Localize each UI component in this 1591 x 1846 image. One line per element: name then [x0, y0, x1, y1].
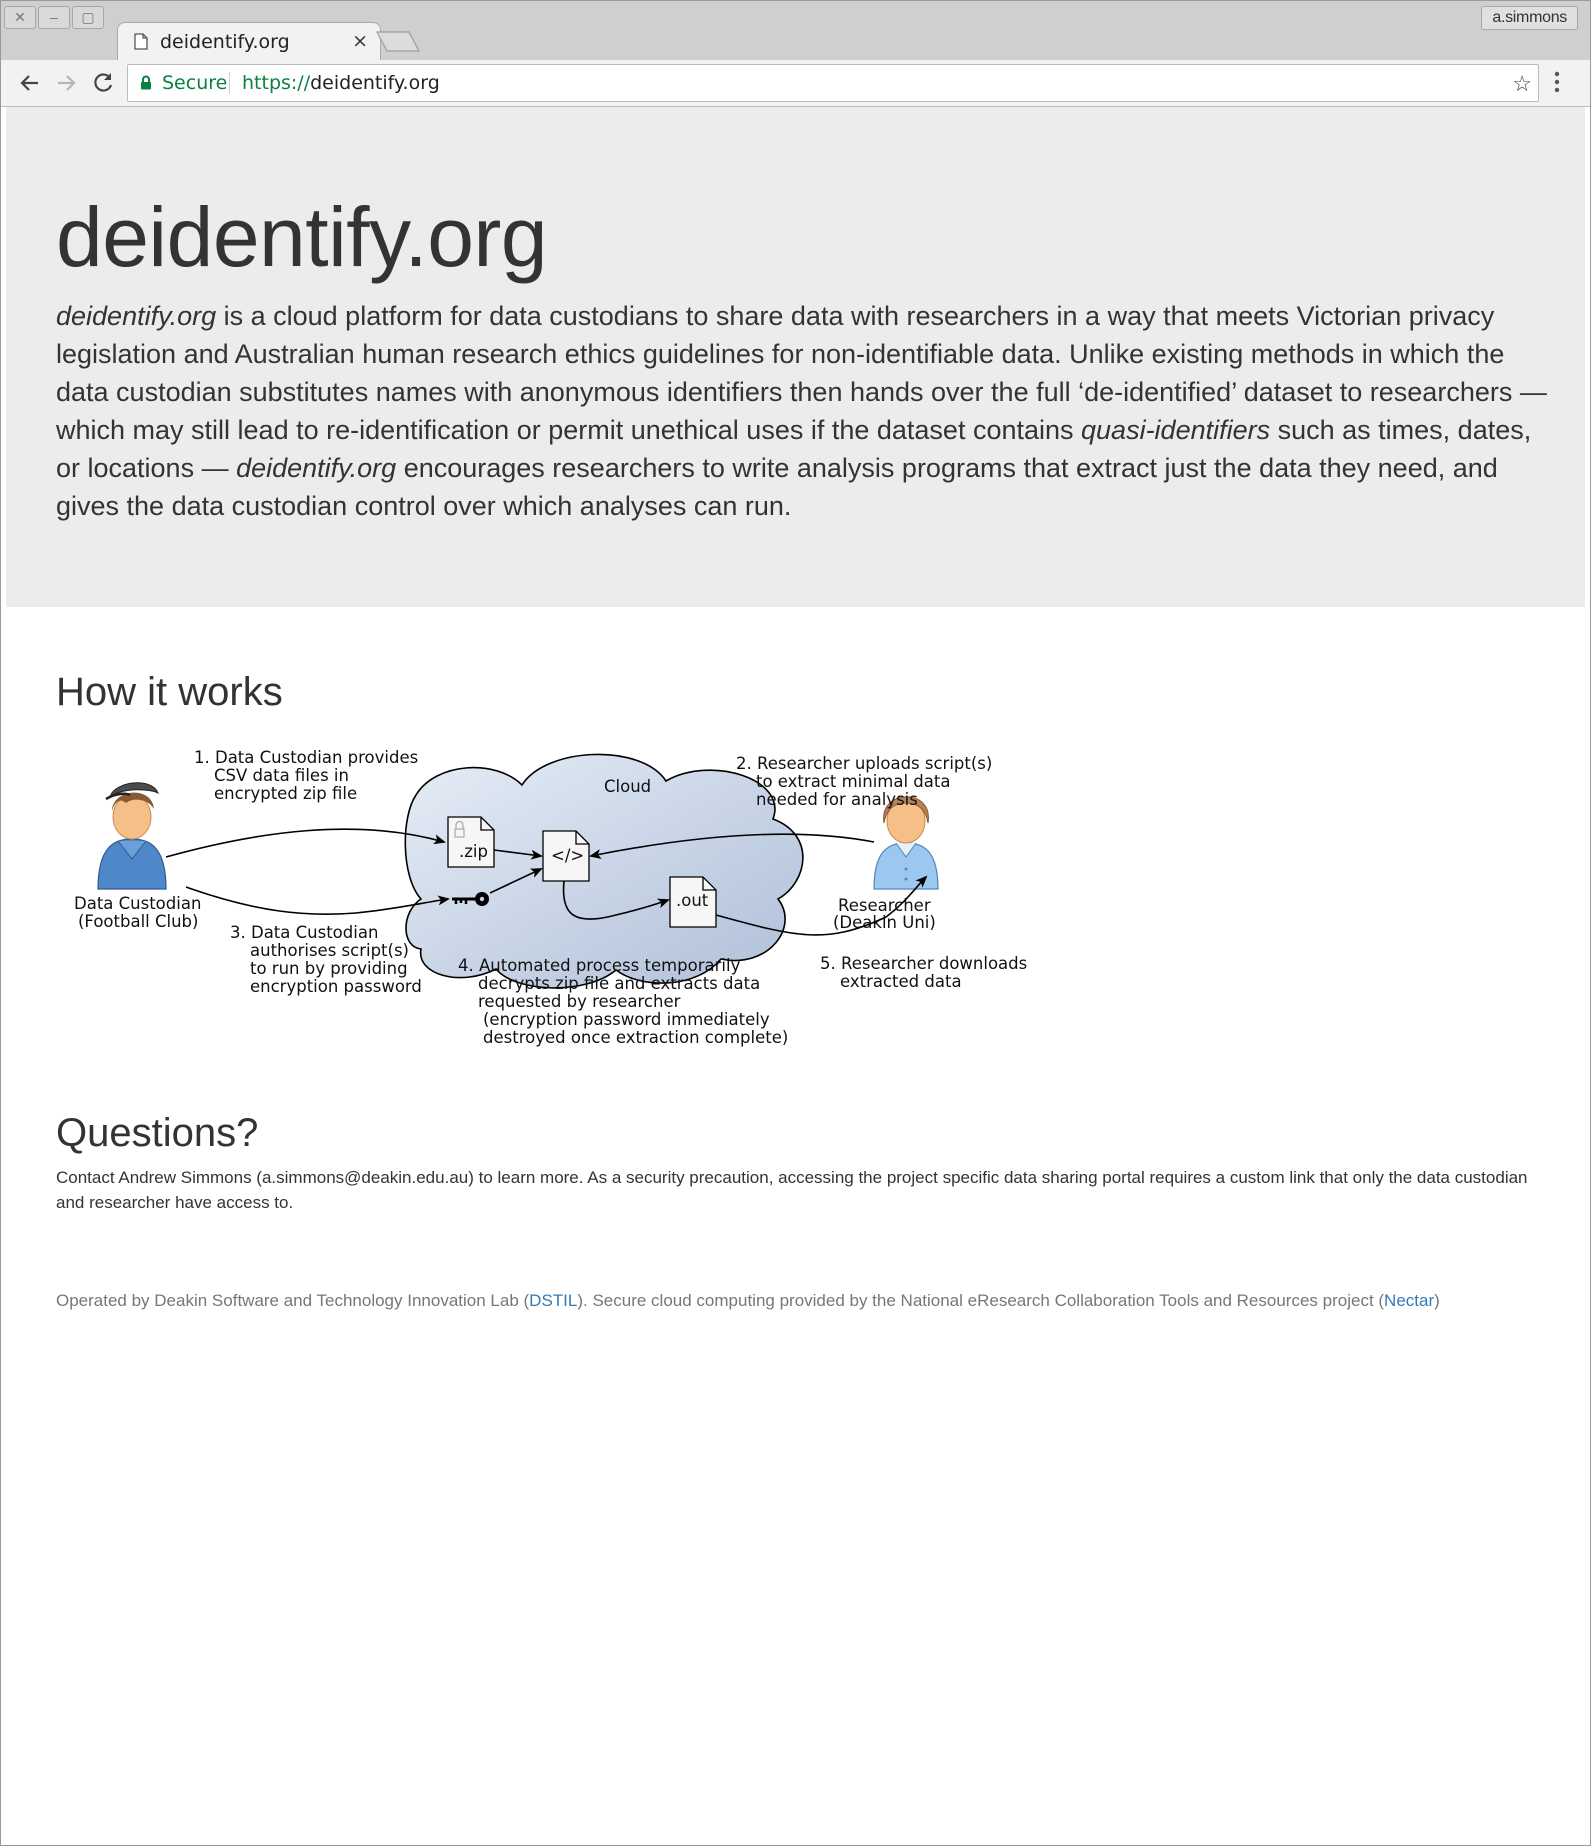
researcher-avatar	[873, 796, 939, 890]
data-custodian-avatar	[97, 782, 167, 890]
zip-label: .zip	[459, 842, 488, 861]
title-bar: ✕ – ▢ deidentify.org × a.simmons	[1, 1, 1590, 61]
browser-menu-icon[interactable]	[1553, 70, 1561, 99]
footer: Operated by Deakin Software and Technolo…	[56, 1289, 1585, 1313]
step-4-line: decrypts zip file and extracts data	[478, 974, 760, 993]
back-arrow-icon[interactable]	[17, 70, 43, 96]
step-5-line: 5. Researcher downloads	[820, 954, 1027, 973]
step-1-line: encrypted zip file	[214, 784, 357, 803]
step-5-line: extracted data	[840, 972, 962, 991]
arrow-step-3	[185, 886, 450, 916]
step-4-line: requested by researcher	[478, 992, 681, 1011]
site-name-emphasis: deidentify.org	[236, 453, 397, 483]
forward-arrow-icon[interactable]	[53, 70, 79, 96]
footer-text: Operated by Deakin Software and Technolo…	[56, 1291, 530, 1310]
step-1-line: CSV data files in	[214, 766, 349, 785]
step-4-line: (encryption password immediately	[483, 1010, 770, 1029]
address-bar[interactable]: Secure https://deidentify.org ☆	[127, 64, 1539, 102]
step-4-line: destroyed once extraction complete)	[483, 1028, 788, 1047]
step-2-line: needed for analysis	[756, 790, 918, 809]
out-label: .out	[676, 891, 709, 910]
step-1-line: 1. Data Custodian provides	[194, 748, 418, 767]
nectar-link[interactable]: Nectar	[1384, 1291, 1434, 1310]
step-3-caption: 3. Data Custodian authorises script(s) t…	[230, 923, 422, 996]
step-3-line: authorises script(s)	[250, 941, 409, 960]
custodian-name: Data Custodian	[74, 894, 201, 913]
new-tab-button[interactable]	[375, 29, 421, 58]
zip-file-icon: .zip	[447, 816, 495, 868]
quasi-identifiers-emphasis: quasi-identifiers	[1081, 415, 1271, 445]
page-icon	[134, 33, 148, 55]
browser-window: ✕ – ▢ deidentify.org × a.simmons Secure …	[0, 0, 1591, 1846]
address-divider	[229, 72, 230, 94]
lock-icon	[140, 75, 152, 95]
step-2-caption: 2. Researcher uploads script(s) to extra…	[736, 754, 992, 809]
site-name-emphasis: deidentify.org	[56, 301, 217, 331]
step-5-caption: 5. Researcher downloads extracted data	[820, 954, 1027, 991]
secure-label: Secure	[162, 72, 228, 94]
maximize-window-icon[interactable]: ▢	[72, 6, 104, 29]
tab-close-icon[interactable]: ×	[352, 30, 368, 52]
step-3-line: to run by providing	[250, 959, 408, 978]
contact-paragraph: Contact Andrew Simmons (a.simmons@deakin…	[56, 1168, 1528, 1212]
step-3-line: encryption password	[250, 977, 422, 996]
step-1-caption: 1. Data Custodian provides CSV data file…	[194, 748, 418, 803]
page-content: deidentify.org deidentify.org is a cloud…	[6, 107, 1585, 1843]
close-window-icon[interactable]: ✕	[4, 6, 36, 29]
bookmark-star-icon[interactable]: ☆	[1512, 71, 1532, 97]
step-4-line: 4. Automated process temporarily	[458, 956, 741, 975]
step-4-caption: 4. Automated process temporarily decrypt…	[458, 956, 788, 1047]
step-2-line: 2. Researcher uploads script(s)	[736, 754, 992, 773]
footer-text: )	[1434, 1291, 1440, 1310]
browser-toolbar: Secure https://deidentify.org ☆	[1, 60, 1590, 107]
footer-text: ). Secure cloud computing provided by th…	[577, 1291, 1385, 1310]
profile-badge[interactable]: a.simmons	[1481, 6, 1578, 30]
hero-section: deidentify.org deidentify.org is a cloud…	[6, 107, 1585, 607]
site-title: deidentify.org	[56, 190, 548, 284]
minimize-window-icon[interactable]: –	[38, 6, 70, 29]
output-file-icon: .out	[669, 876, 717, 928]
step-3-line: 3. Data Custodian	[230, 923, 378, 942]
url-host: deidentify.org	[310, 72, 440, 94]
researcher-org: (Deakin Uni)	[833, 913, 936, 932]
custodian-org: (Football Club)	[78, 912, 198, 931]
hero-description: deidentify.org is a cloud platform for d…	[56, 297, 1556, 525]
cloud-label: Cloud	[604, 777, 651, 796]
url-scheme: https://	[242, 72, 311, 94]
reload-icon[interactable]	[90, 70, 116, 96]
questions-heading: Questions?	[56, 1111, 259, 1155]
arrow-step-1	[165, 828, 446, 858]
step-2-line: to extract minimal data	[756, 772, 950, 791]
how-it-works-diagram: Cloud .zip </> .out Data Custodian (Foot…	[74, 748, 1027, 1047]
script-file-icon: </>	[542, 830, 590, 882]
how-it-works-heading: How it works	[56, 670, 283, 714]
script-label: </>	[551, 846, 584, 865]
dstil-link[interactable]: DSTIL	[529, 1291, 577, 1310]
browser-tab[interactable]: deidentify.org ×	[117, 22, 381, 61]
url-text[interactable]: https://deidentify.org	[242, 72, 440, 94]
tab-title: deidentify.org	[160, 31, 290, 53]
